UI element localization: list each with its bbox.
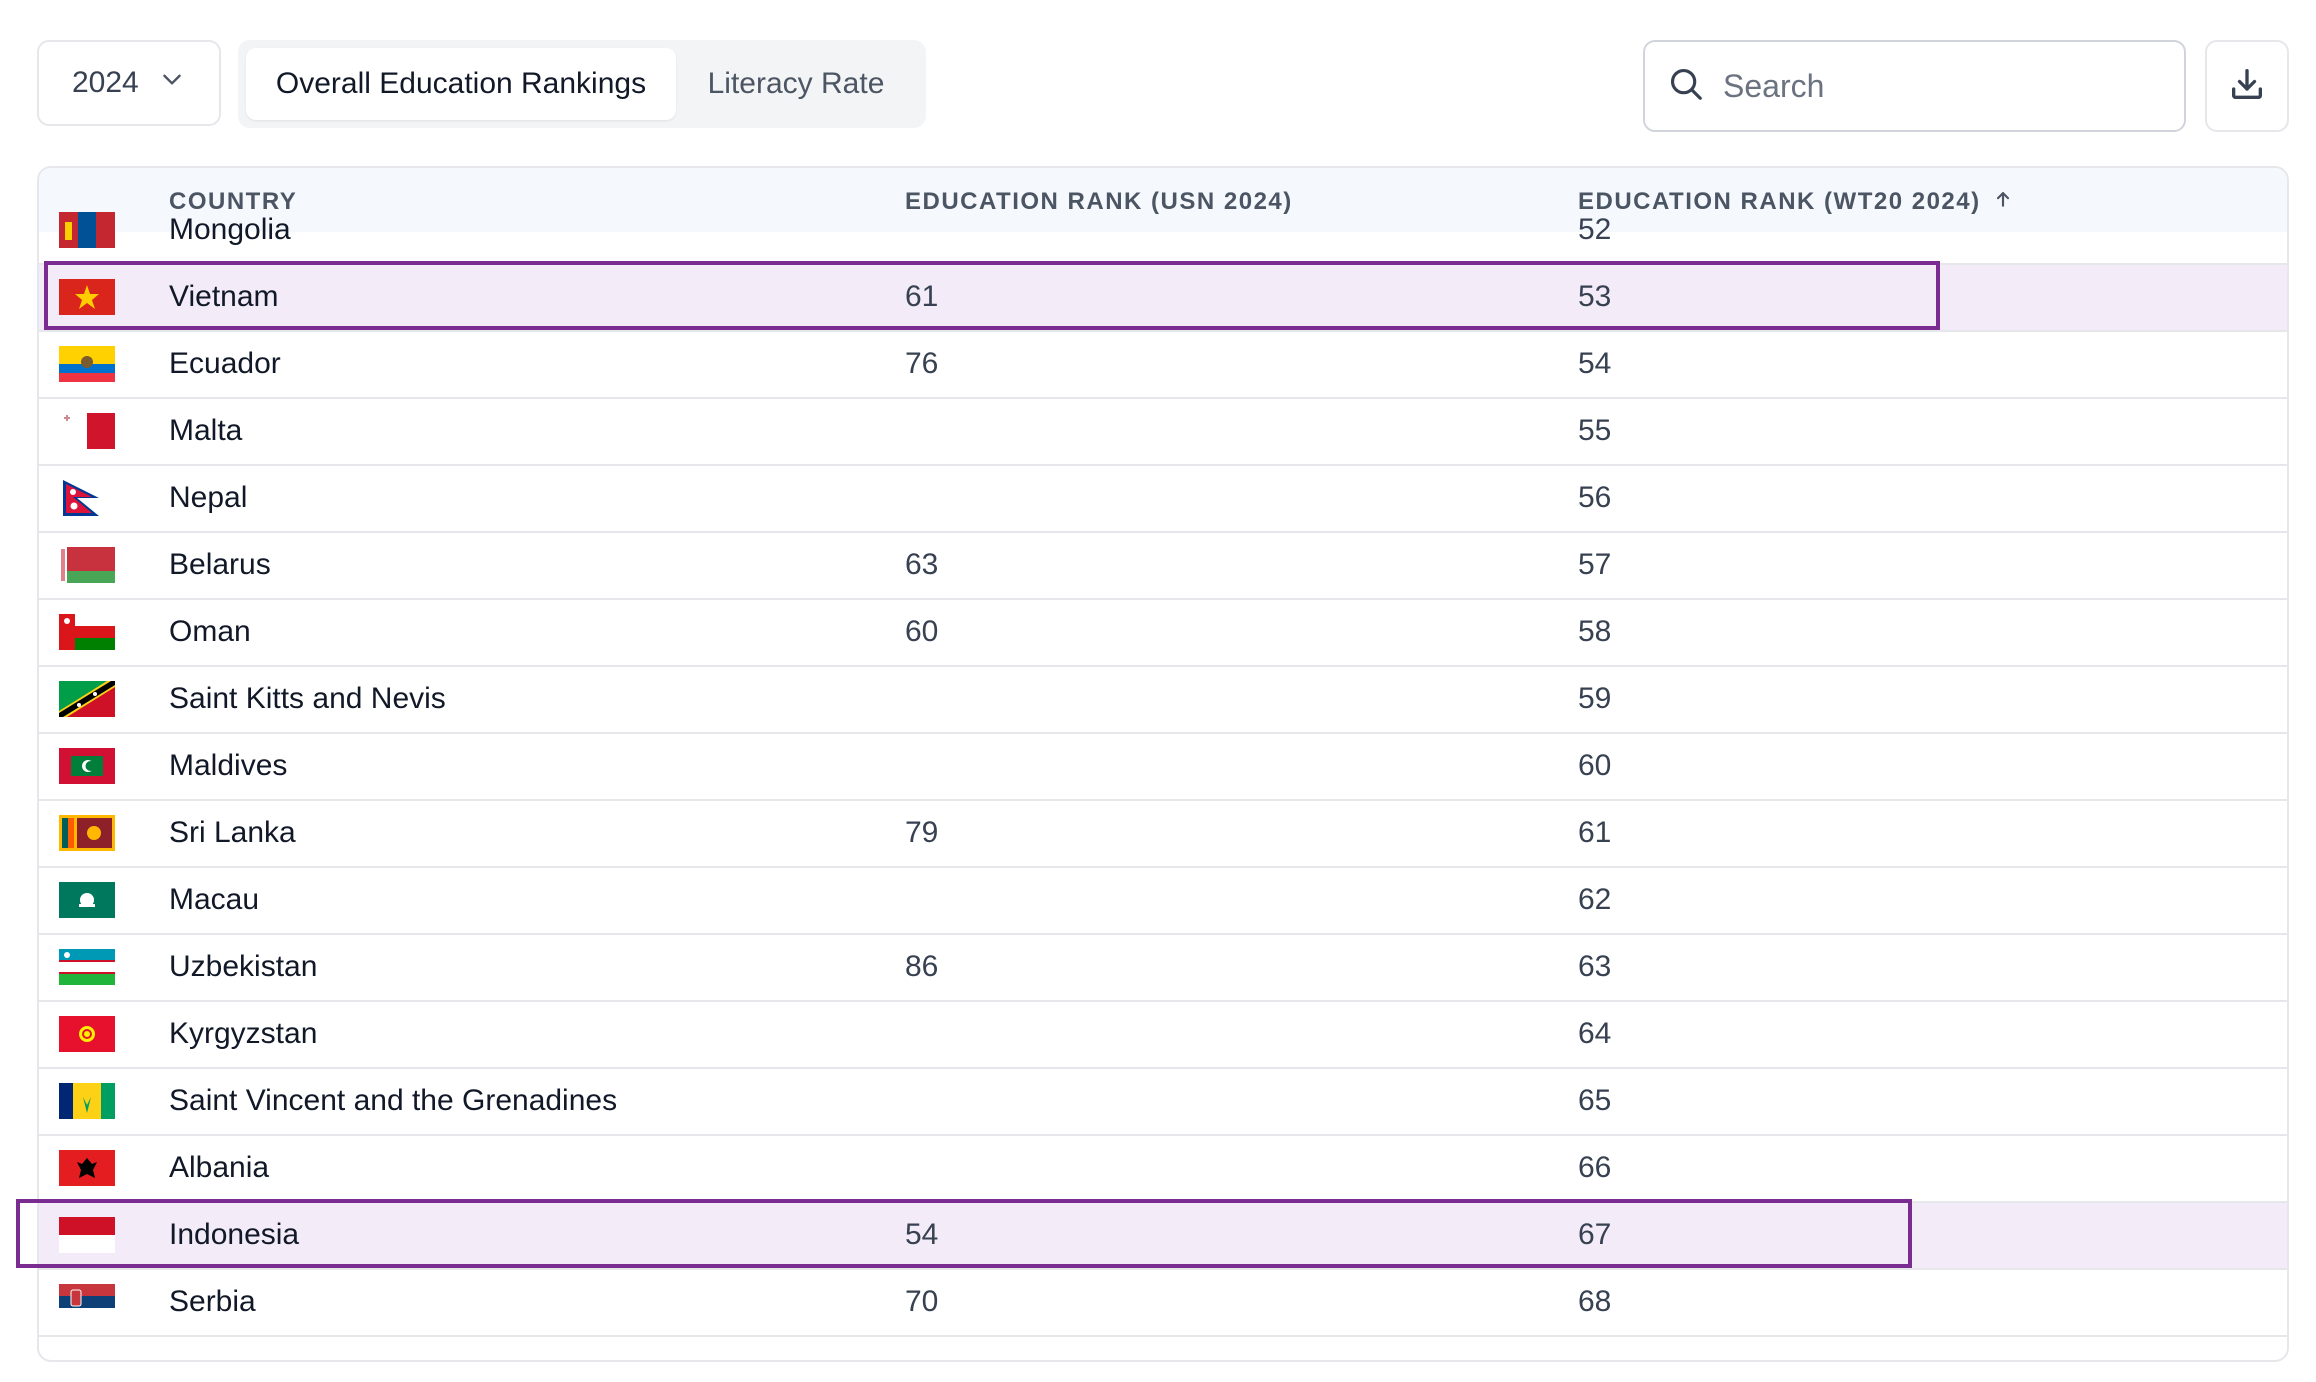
view-tabs: Overall Education Rankings Literacy Rate — [238, 40, 926, 128]
usn-rank-cell: 79 — [905, 816, 939, 849]
table-row[interactable]: Saint Vincent and the Grenadines 65 — [39, 1069, 2287, 1136]
wt20-rank-cell: 58 — [1578, 615, 1612, 648]
table-row[interactable]: Ecuador 76 54 — [39, 332, 2287, 399]
country-cell: Uzbekistan — [169, 950, 318, 983]
search-box — [1643, 40, 2186, 132]
country-cell: Kyrgyzstan — [169, 1017, 318, 1050]
table-row[interactable]: Sri Lanka 79 61 — [39, 801, 2287, 868]
country-cell: Macau — [169, 883, 260, 916]
country-cell: Saint Kitts and Nevis — [169, 682, 446, 715]
country-cell: Vietnam — [169, 280, 279, 313]
belarus-flag-icon — [59, 547, 115, 583]
year-select-value: 2024 — [72, 66, 139, 99]
table-row[interactable]: Mongolia 52 — [39, 198, 2287, 265]
wt20-rank-cell: 60 — [1578, 749, 1612, 782]
saint-vincent-flag-icon — [59, 1083, 115, 1119]
sri-lanka-flag-icon — [59, 815, 115, 851]
country-cell: Sri Lanka — [169, 816, 296, 849]
uzbekistan-flag-icon — [59, 949, 115, 985]
nepal-flag-icon — [59, 480, 115, 516]
macau-flag-icon — [59, 882, 115, 918]
usn-rank-cell: 61 — [905, 280, 939, 313]
wt20-rank-cell: 56 — [1578, 481, 1612, 514]
search-input[interactable] — [1721, 66, 2165, 106]
table-row[interactable]: Saint Kitts and Nevis 59 — [39, 667, 2287, 734]
table-row[interactable]: Maldives 60 — [39, 734, 2287, 801]
year-select[interactable]: 2024 — [37, 40, 221, 126]
table-row[interactable]: Albania 66 — [39, 1136, 2287, 1203]
country-cell: Belarus — [169, 548, 271, 581]
tab-literacy-rate[interactable]: Literacy Rate — [676, 48, 916, 120]
wt20-rank-cell: 54 — [1578, 347, 1612, 380]
country-cell: Ecuador — [169, 347, 281, 380]
tab-overall-education-rankings[interactable]: Overall Education Rankings — [246, 48, 676, 120]
malta-flag-icon — [59, 413, 115, 449]
country-cell: Albania — [169, 1151, 270, 1184]
wt20-rank-cell: 55 — [1578, 414, 1612, 447]
country-cell: Oman — [169, 615, 251, 648]
table-row[interactable]: Malta 55 — [39, 399, 2287, 466]
usn-rank-cell: 54 — [905, 1218, 939, 1251]
search-icon — [1667, 65, 1705, 108]
country-cell: Malta — [169, 414, 243, 447]
country-cell: Mongolia — [169, 213, 291, 246]
kyrgyzstan-flag-icon — [59, 1016, 115, 1052]
wt20-rank-cell: 63 — [1578, 950, 1612, 983]
download-icon — [2227, 64, 2267, 109]
maldives-flag-icon — [59, 748, 115, 784]
table-row[interactable]: Oman 60 58 — [39, 600, 2287, 667]
usn-rank-cell: 63 — [905, 548, 939, 581]
rankings-table: COUNTRY EDUCATION RANK (USN 2024) EDUCAT… — [37, 166, 2289, 1362]
wt20-rank-cell: 57 — [1578, 548, 1612, 581]
wt20-rank-cell: 61 — [1578, 816, 1612, 849]
indonesia-flag-icon — [59, 1217, 115, 1253]
usn-rank-cell: 86 — [905, 950, 939, 983]
wt20-rank-cell: 65 — [1578, 1084, 1612, 1117]
ecuador-flag-icon — [59, 346, 115, 382]
saint-kitts-flag-icon — [59, 681, 115, 717]
table-row[interactable]: Serbia 70 68 — [39, 1270, 2287, 1337]
wt20-rank-cell: 64 — [1578, 1017, 1612, 1050]
wt20-rank-cell: 53 — [1578, 280, 1612, 313]
mongolia-flag-icon — [59, 212, 115, 248]
download-button[interactable] — [2205, 40, 2289, 132]
table-row[interactable]: Belarus 63 57 — [39, 533, 2287, 600]
chevron-down-icon — [159, 66, 185, 100]
country-cell: Serbia — [169, 1285, 256, 1318]
country-cell: Nepal — [169, 481, 248, 514]
table-row[interactable]: Kyrgyzstan 64 — [39, 1002, 2287, 1069]
table-row[interactable]: Indonesia 54 67 — [39, 1203, 2287, 1270]
wt20-rank-cell: 67 — [1578, 1218, 1612, 1251]
toolbar: 2024 Overall Education Rankings Literacy… — [0, 0, 2316, 170]
usn-rank-cell: 60 — [905, 615, 939, 648]
wt20-rank-cell: 52 — [1578, 213, 1612, 246]
country-cell: Maldives — [169, 749, 288, 782]
vietnam-flag-icon — [59, 279, 115, 315]
serbia-flag-icon — [59, 1284, 115, 1320]
wt20-rank-cell: 68 — [1578, 1285, 1612, 1318]
wt20-rank-cell: 66 — [1578, 1151, 1612, 1184]
wt20-rank-cell: 62 — [1578, 883, 1612, 916]
country-cell: Saint Vincent and the Grenadines — [169, 1084, 618, 1117]
usn-rank-cell: 70 — [905, 1285, 939, 1318]
table-row[interactable]: Macau 62 — [39, 868, 2287, 935]
table-row[interactable]: Uzbekistan 86 63 — [39, 935, 2287, 1002]
table-row[interactable]: Vietnam 61 53 — [39, 265, 2287, 332]
table-row[interactable]: Nepal 56 — [39, 466, 2287, 533]
usn-rank-cell: 76 — [905, 347, 939, 380]
wt20-rank-cell: 59 — [1578, 682, 1612, 715]
country-cell: Indonesia — [169, 1218, 300, 1251]
albania-flag-icon — [59, 1150, 115, 1186]
oman-flag-icon — [59, 614, 115, 650]
